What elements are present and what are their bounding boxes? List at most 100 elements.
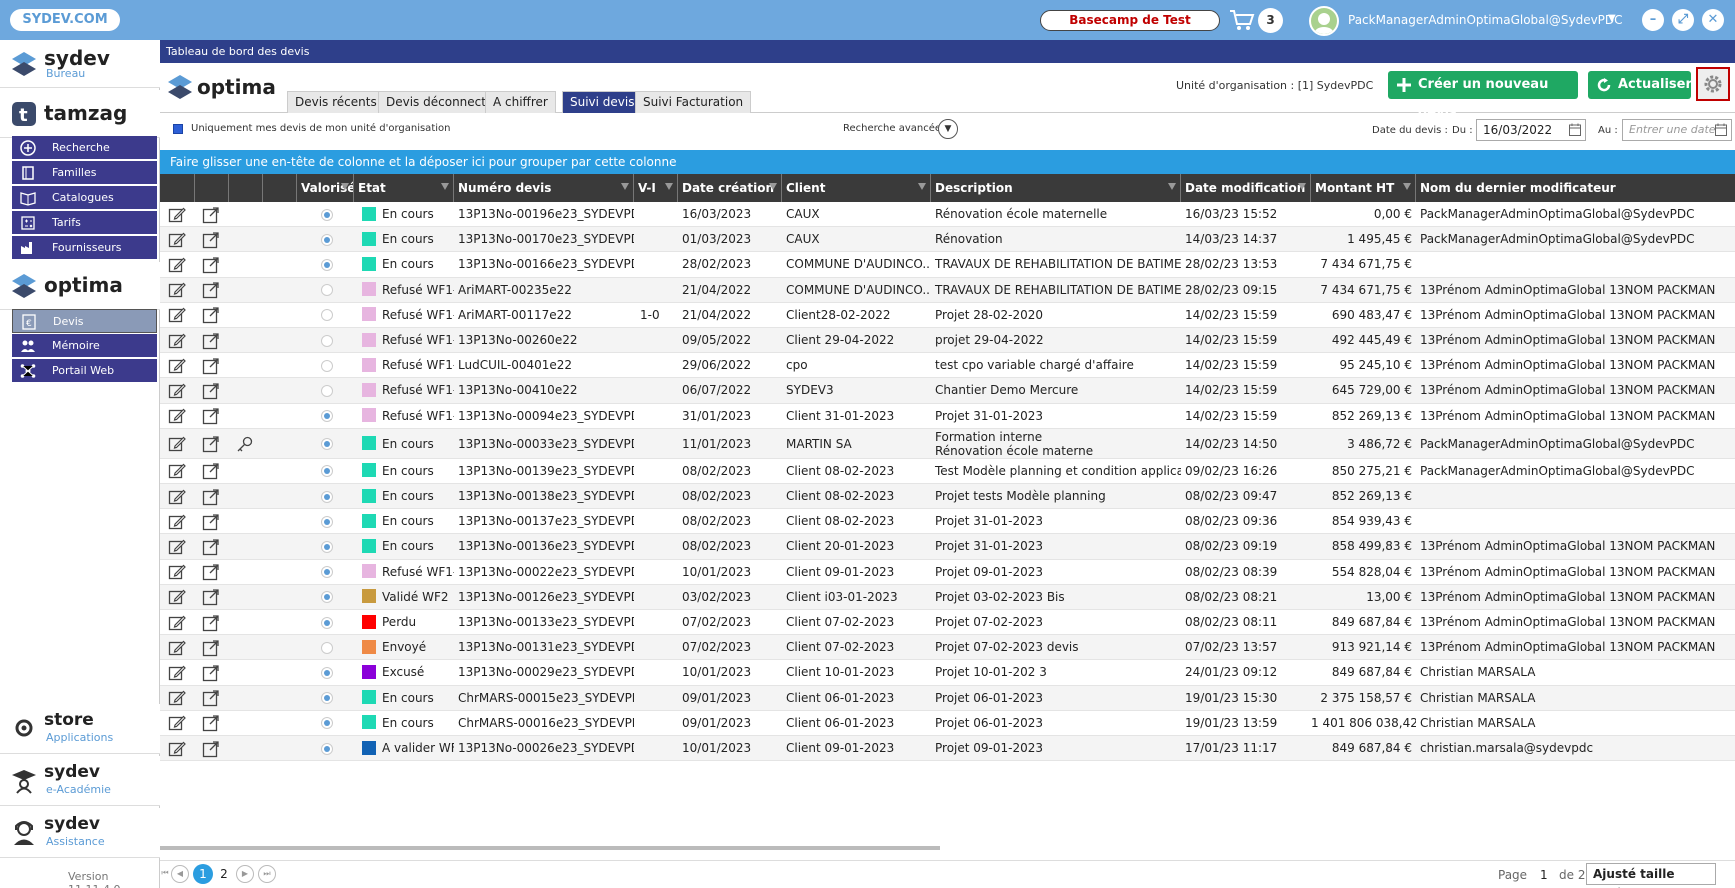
brand-sydev-bureau[interactable]: sydev Bureau <box>0 40 160 88</box>
quote-number[interactable]: 13P13No-00260e22 <box>454 328 634 353</box>
edit-icon[interactable] <box>168 740 186 758</box>
chevron-down-icon[interactable]: ▼ <box>1608 13 1616 24</box>
user-avatar[interactable] <box>1309 6 1339 36</box>
open-external-icon[interactable] <box>202 588 220 606</box>
quote-number[interactable]: 13P13No-00138e23_SYDEVPDC <box>454 484 634 509</box>
column-header-vi[interactable]: V-I <box>634 174 678 202</box>
sydev-logo[interactable]: SYDEV.COM <box>10 9 120 31</box>
quote-number[interactable]: 13P13No-00126e23_SYDEVPDC <box>454 585 634 610</box>
quote-number[interactable]: 13P13No-00166e23_SYDEVPDC <box>454 252 634 277</box>
edit-icon[interactable] <box>168 689 186 707</box>
open-external-icon[interactable] <box>202 614 220 632</box>
column-header-description[interactable]: Description <box>931 174 1181 202</box>
edit-icon[interactable] <box>168 231 186 249</box>
environment-badge[interactable]: Basecamp de Test <box>1040 10 1220 31</box>
brand-optima[interactable]: optima <box>0 262 160 310</box>
filter-icon[interactable] <box>665 183 673 190</box>
quote-number[interactable]: 13P13No-00137e23_SYDEVPDC <box>454 509 634 534</box>
edit-icon[interactable] <box>168 614 186 632</box>
quote-number[interactable]: ChrMARS-00016e23_SYDEVPDC <box>454 711 634 736</box>
tab-a-chiffrer[interactable]: A chiffrer <box>485 91 556 113</box>
only-mine-checkbox[interactable] <box>173 124 183 134</box>
filter-icon[interactable] <box>769 183 777 190</box>
quote-number[interactable]: 13P13No-00026e23_SYDEVPDC <box>454 736 634 761</box>
column-header-date-creation[interactable]: Date création <box>678 174 782 202</box>
tab-suivi-facturation[interactable]: Suivi Facturation <box>635 91 752 113</box>
edit-icon[interactable] <box>168 488 186 506</box>
filter-icon[interactable] <box>1403 183 1411 190</box>
open-external-icon[interactable] <box>202 435 220 453</box>
table-row[interactable]: En cours 13P13No-00196e23_SYDEVPDC 16/03/2… <box>160 202 1735 228</box>
open-external-icon[interactable] <box>202 462 220 480</box>
brand-assistance[interactable]: sydev Assistance <box>0 808 160 858</box>
quote-number[interactable]: 13P13No-00029e23_SYDEVPDC <box>454 660 634 685</box>
quote-number[interactable]: 13P13No-00131e23_SYDEVPDC <box>454 635 634 660</box>
open-external-icon[interactable] <box>202 513 220 531</box>
table-row[interactable]: En cours 13P13No-00139e23_SYDEVPDC 08/02/2… <box>160 459 1735 484</box>
open-external-icon[interactable] <box>202 256 220 274</box>
sidebar-item-recherche[interactable]: Recherche <box>12 136 157 160</box>
column-header-date-modification[interactable]: Date modification <box>1181 174 1311 202</box>
table-row[interactable]: En cours 13P13No-00033e23_SYDEVPDC 11/01/2… <box>160 428 1735 459</box>
from-date-input[interactable]: 16/03/2022 <box>1476 119 1586 141</box>
create-quote-button[interactable]: Créer un nouveau devis <box>1388 71 1578 120</box>
last-page-button[interactable]: ⏭ <box>258 865 276 883</box>
filter-icon[interactable] <box>1168 183 1176 190</box>
open-external-icon[interactable] <box>202 538 220 556</box>
edit-icon[interactable] <box>168 435 186 453</box>
brand-e-academie[interactable]: sydev e-Académie <box>0 756 160 806</box>
table-row[interactable]: Excusé 13P13No-00029e23_SYDEVPDC 10/01/202… <box>160 660 1735 686</box>
quote-number[interactable]: 13P13No-00136e23_SYDEVPDC <box>454 534 634 559</box>
cart-icon[interactable] <box>1228 8 1256 32</box>
edit-icon[interactable] <box>168 281 186 299</box>
table-row[interactable]: En cours ChrMARS-00015e23_SYDEVPDC 09/01/2… <box>160 685 1735 711</box>
table-row[interactable]: En cours 13P13No-00138e23_SYDEVPDC 08/02/2… <box>160 484 1735 510</box>
open-external-icon[interactable] <box>202 281 220 299</box>
filter-icon[interactable] <box>341 183 349 190</box>
sidebar-item-familles[interactable]: Familles <box>12 161 157 185</box>
to-date-input[interactable]: Entrer une date <box>1622 119 1732 141</box>
tab-suivi-devis[interactable]: Suivi devis <box>562 91 643 113</box>
filter-icon[interactable] <box>918 183 926 190</box>
table-row[interactable]: Perdu 13P13No-00133e23_SYDEVPDC 07/02/2023… <box>160 610 1735 636</box>
open-external-icon[interactable] <box>202 231 220 249</box>
key-icon[interactable] <box>236 435 254 453</box>
open-external-icon[interactable] <box>202 714 220 732</box>
column-header-etat[interactable]: Etat <box>354 174 454 202</box>
open-external-icon[interactable] <box>202 407 220 425</box>
edit-icon[interactable] <box>168 714 186 732</box>
open-external-icon[interactable] <box>202 357 220 375</box>
edit-icon[interactable] <box>168 357 186 375</box>
advanced-search-toggle[interactable]: ▼ <box>938 119 958 139</box>
sidebar-item-memoire-technique[interactable]: Mémoire technique <box>12 334 157 376</box>
filter-icon[interactable] <box>441 183 449 190</box>
settings-button[interactable] <box>1696 67 1730 101</box>
minimize-button[interactable]: – <box>1642 9 1664 31</box>
refresh-button[interactable]: Actualiser <box>1588 71 1692 99</box>
edit-icon[interactable] <box>168 256 186 274</box>
table-row[interactable]: En cours 13P13No-00136e23_SYDEVPDC 08/02/2… <box>160 534 1735 560</box>
column-header-valorise[interactable]: Valorisé <box>297 174 354 202</box>
edit-icon[interactable] <box>168 538 186 556</box>
open-external-icon[interactable] <box>202 306 220 324</box>
sidebar-item-portail-web[interactable]: Portail Web <box>12 359 157 383</box>
edit-icon[interactable] <box>168 332 186 350</box>
table-row[interactable]: En cours 13P13No-00170e23_SYDEVPDC 01/03/2… <box>160 227 1735 253</box>
edit-icon[interactable] <box>168 206 186 224</box>
quote-number[interactable]: 13P13No-00170e23_SYDEVPDC <box>454 227 634 252</box>
brand-store[interactable]: store Applications <box>0 704 160 754</box>
table-row[interactable]: Refusé WF1-113P13No-00094e23_SYDEVPDC 31/… <box>160 404 1735 429</box>
sidebar-item-devis[interactable]: € Devis <box>12 309 157 333</box>
table-row[interactable]: Refusé WF1-1AriMART-00235e22 21/04/2022 CO… <box>160 277 1735 303</box>
prev-page-button[interactable]: ◀ <box>171 865 189 883</box>
sidebar-item-catalogues[interactable]: Catalogues <box>12 186 157 210</box>
filter-icon[interactable] <box>621 183 629 190</box>
edit-icon[interactable] <box>168 306 186 324</box>
quote-number[interactable]: LudCUIL-00401e22 <box>454 353 634 378</box>
open-external-icon[interactable] <box>202 639 220 657</box>
column-header-numero[interactable]: Numéro devis <box>454 174 634 202</box>
page-current-value[interactable]: 1 <box>1540 868 1548 882</box>
table-row[interactable]: En cours 13P13No-00137e23_SYDEVPDC 08/02/2… <box>160 509 1735 535</box>
group-by-drop-zone[interactable]: Faire glisser une en-tête de colonne et … <box>160 150 1735 174</box>
quote-number[interactable]: AriMART-00235e22 <box>454 278 634 303</box>
